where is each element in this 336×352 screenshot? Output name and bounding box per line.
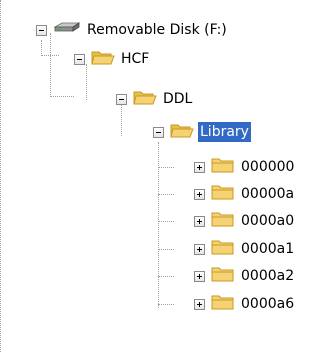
collapse-toggle[interactable] xyxy=(116,93,127,105)
folder-closed-icon xyxy=(211,238,235,260)
tree-node-label: 000000 xyxy=(241,159,295,175)
collapse-toggle[interactable] xyxy=(74,53,85,65)
collapse-toggle[interactable] xyxy=(153,126,164,138)
tree-node-label: 0000a0 xyxy=(241,213,295,229)
tree-node-label: 00000a xyxy=(241,186,295,202)
folder-tree: Removable Disk (F:) HCF DDL Library 0000… xyxy=(0,0,336,352)
tree-line xyxy=(50,96,74,97)
expand-toggle[interactable] xyxy=(194,215,205,227)
tree-node-label: 0000a1 xyxy=(241,241,295,257)
folder-closed-icon xyxy=(211,293,235,315)
tree-node-library[interactable]: Library xyxy=(153,120,251,144)
tree-node-0000a0[interactable]: 0000a0 xyxy=(194,209,296,233)
folder-closed-icon xyxy=(211,210,235,232)
folder-open-icon xyxy=(170,121,194,143)
collapse-toggle[interactable] xyxy=(36,24,47,36)
tree-node-label: 0000a6 xyxy=(241,296,295,312)
tree-node-0000a6[interactable]: 0000a6 xyxy=(194,292,296,316)
tree-node-label: Removable Disk (F:) xyxy=(87,22,227,38)
expand-toggle[interactable] xyxy=(194,298,205,310)
expand-toggle[interactable] xyxy=(194,243,205,255)
folder-open-icon xyxy=(91,48,115,70)
tree-node-0000a2[interactable]: 0000a2 xyxy=(194,264,296,288)
tree-line xyxy=(158,221,174,222)
tree-node-label-selected: Library xyxy=(198,122,251,142)
tree-line xyxy=(158,276,174,277)
tree-node-removable-disk[interactable]: Removable Disk (F:) xyxy=(36,18,229,42)
tree-pane-edge xyxy=(0,0,1,352)
tree-line xyxy=(158,167,174,168)
folder-closed-icon xyxy=(211,156,235,178)
tree-node-hcf[interactable]: HCF xyxy=(74,47,151,71)
tree-line xyxy=(158,194,174,195)
tree-node-0000a1[interactable]: 0000a1 xyxy=(194,237,296,261)
removable-disk-icon xyxy=(53,21,81,39)
expand-toggle[interactable] xyxy=(194,270,205,282)
tree-line xyxy=(41,55,59,56)
tree-node-label: HCF xyxy=(121,51,150,67)
tree-node-label: 0000a2 xyxy=(241,268,295,284)
tree-node-000000[interactable]: 000000 xyxy=(194,155,296,179)
tree-node-00000a[interactable]: 00000a xyxy=(194,182,296,206)
folder-closed-icon xyxy=(211,183,235,205)
expand-toggle[interactable] xyxy=(194,188,205,200)
tree-line xyxy=(50,33,51,97)
tree-node-ddl[interactable]: DDL xyxy=(116,87,194,111)
tree-line xyxy=(158,304,174,305)
folder-closed-icon xyxy=(211,265,235,287)
folder-open-icon xyxy=(133,88,157,110)
expand-toggle[interactable] xyxy=(194,161,205,173)
tree-line xyxy=(41,40,42,56)
tree-node-label: DDL xyxy=(163,91,193,107)
tree-line xyxy=(158,249,174,250)
